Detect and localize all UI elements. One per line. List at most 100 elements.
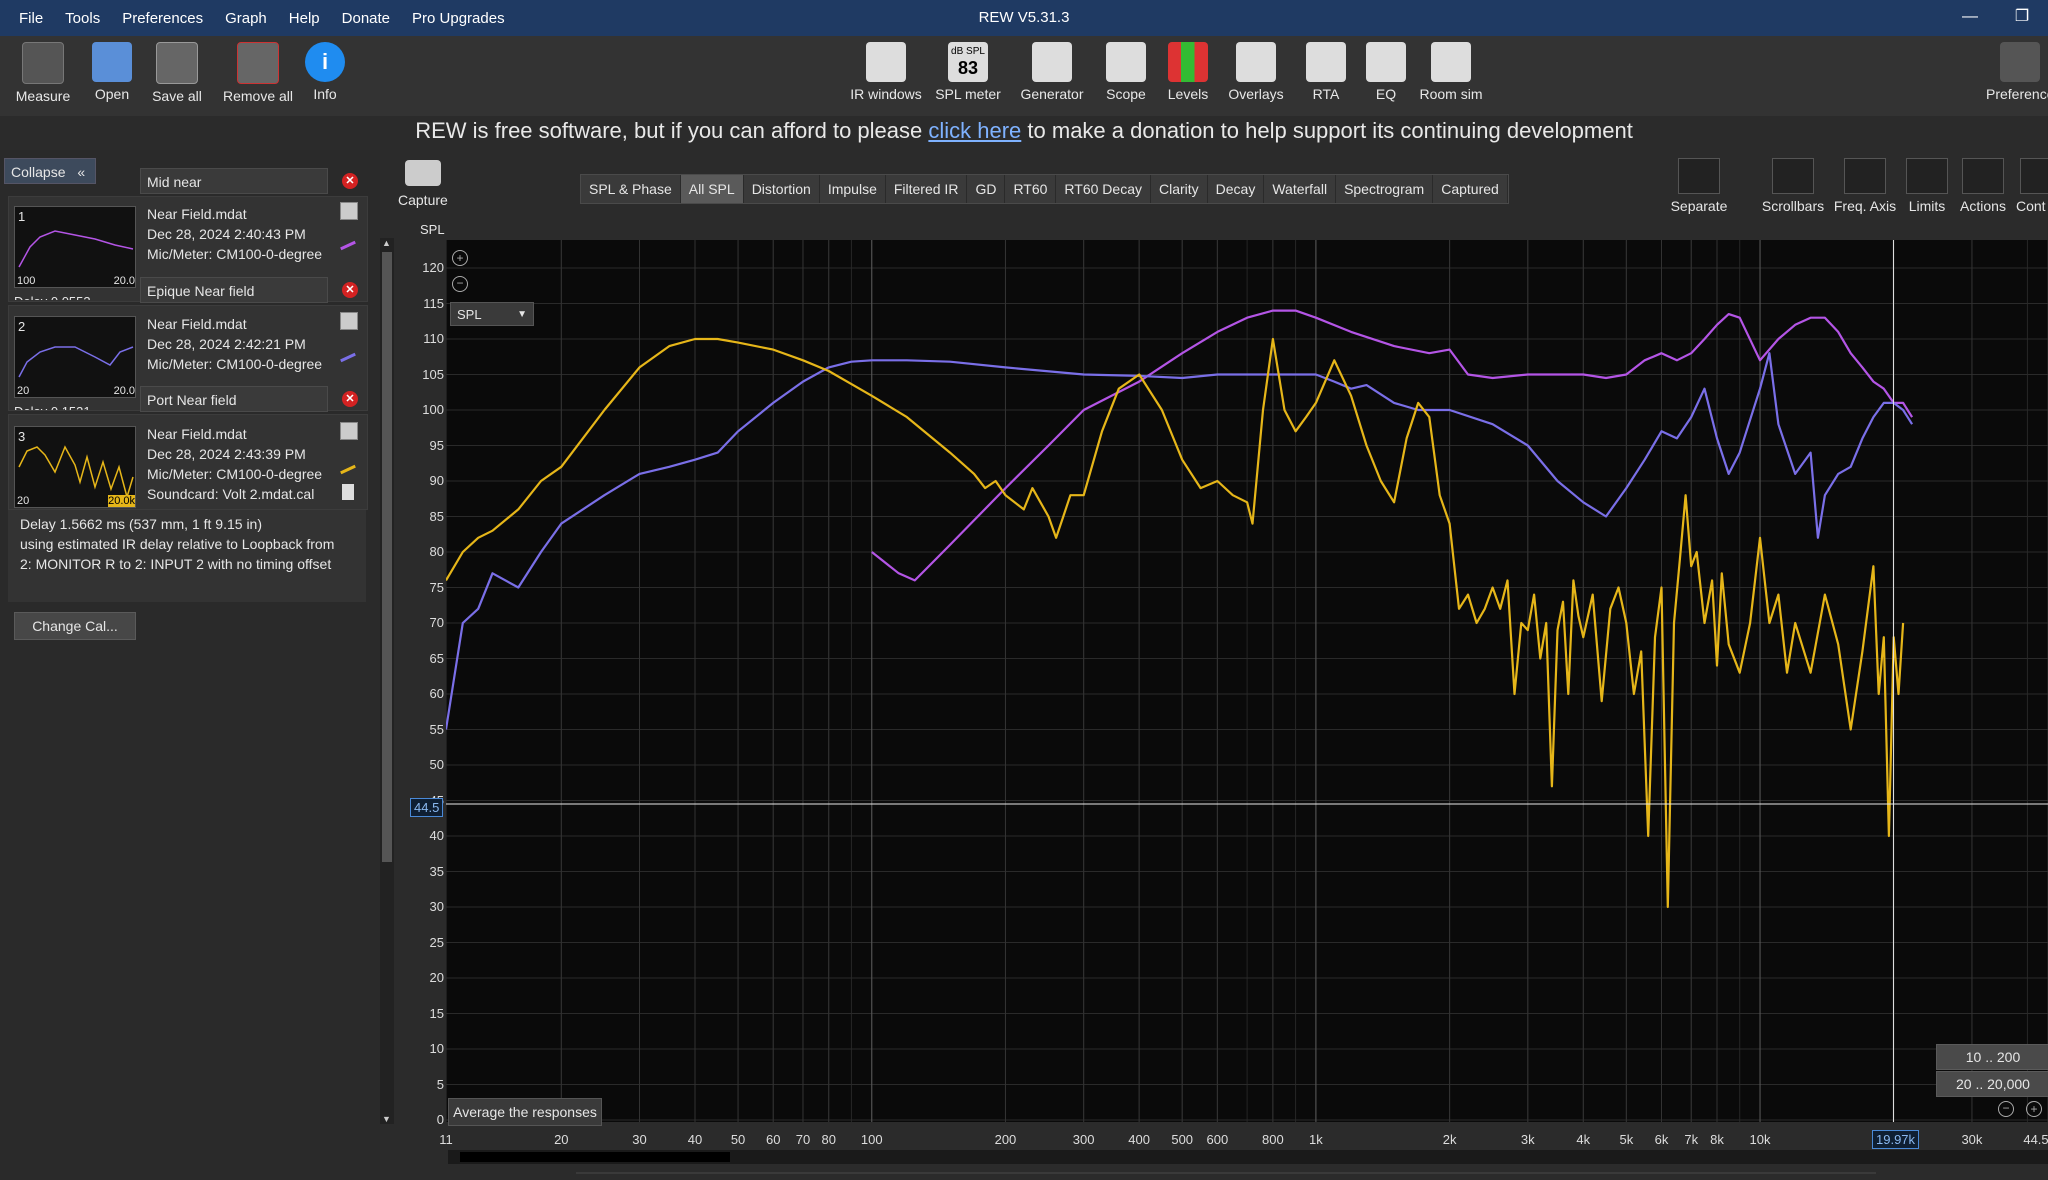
menu-tools[interactable]: Tools bbox=[54, 10, 111, 27]
remove-measurement-icon[interactable]: ✕ bbox=[342, 282, 358, 298]
thumb-left-label: 20 bbox=[17, 385, 30, 397]
scrollbars-button[interactable]: Scrollbars bbox=[1758, 158, 1828, 214]
measurement-thumbnail[interactable]: 1 100 20.0 bbox=[14, 206, 136, 288]
graph-scrollbar[interactable] bbox=[448, 1150, 2048, 1164]
x-tick-label: 30 bbox=[632, 1132, 647, 1147]
y-tick-label: 55 bbox=[429, 721, 444, 737]
scroll-up-icon[interactable]: ▲ bbox=[382, 238, 391, 248]
freq-axis-button[interactable]: Freq. Axis bbox=[1832, 158, 1898, 214]
y-tick-label: 30 bbox=[429, 899, 444, 914]
thumb-left-label: 100 bbox=[17, 275, 36, 287]
measurement-thumbnail[interactable]: 2 20 20.0 bbox=[14, 316, 136, 398]
change-cal-button[interactable]: Change Cal... bbox=[14, 612, 136, 640]
room-sim-button[interactable]: Room sim bbox=[1416, 42, 1486, 102]
scrollbar-thumb[interactable] bbox=[382, 252, 392, 862]
range-20-20000-button[interactable]: 20 .. 20,000 bbox=[1936, 1071, 2048, 1097]
scrollbar-thumb[interactable] bbox=[460, 1152, 730, 1162]
menu-preferences[interactable]: Preferences bbox=[111, 10, 214, 27]
document-icon[interactable] bbox=[342, 484, 354, 500]
generator-button[interactable]: Generator bbox=[1016, 42, 1088, 102]
measurement-thumbnail[interactable]: 3 20 20.0k bbox=[14, 426, 136, 508]
donation-link[interactable]: click here bbox=[928, 118, 1021, 143]
measure-button[interactable]: Measure bbox=[12, 42, 74, 104]
separate-button[interactable]: Separate bbox=[1668, 158, 1730, 214]
edit-icon[interactable] bbox=[340, 312, 358, 330]
range-10-200-button[interactable]: 10 .. 200 bbox=[1936, 1044, 2048, 1070]
tab-captured[interactable]: Captured bbox=[1433, 175, 1508, 203]
tab-impulse[interactable]: Impulse bbox=[820, 175, 886, 203]
tab-rt60-decay[interactable]: RT60 Decay bbox=[1056, 175, 1151, 203]
tab-spl-phase[interactable]: SPL & Phase bbox=[581, 175, 681, 203]
rta-button[interactable]: RTA bbox=[1300, 42, 1352, 102]
spl-dropdown[interactable]: SPL ▼ bbox=[450, 302, 534, 326]
x-tick-label: 100 bbox=[860, 1132, 883, 1147]
measurement-name[interactable]: Epique Near field bbox=[140, 277, 328, 303]
average-responses-button[interactable]: Average the responses bbox=[448, 1098, 602, 1126]
spl-chart[interactable] bbox=[444, 240, 2048, 1122]
measurement-name[interactable]: Mid near bbox=[140, 168, 328, 194]
panel-scrollbar[interactable]: ▲ ▼ bbox=[380, 238, 394, 1124]
tab-filtered-ir[interactable]: Filtered IR bbox=[886, 175, 968, 203]
menu-help[interactable]: Help bbox=[278, 10, 331, 27]
menu-donate[interactable]: Donate bbox=[331, 10, 401, 27]
eq-label: EQ bbox=[1375, 86, 1397, 102]
tab-rt60[interactable]: RT60 bbox=[1005, 175, 1057, 203]
tab-gd[interactable]: GD bbox=[967, 175, 1006, 203]
remove-measurement-icon[interactable]: ✕ bbox=[342, 391, 358, 407]
remove-all-button[interactable]: Remove all bbox=[220, 42, 296, 104]
save-all-button[interactable]: Save all bbox=[146, 42, 208, 104]
overlays-label: Overlays bbox=[1228, 86, 1284, 102]
zoom-out-icon[interactable]: − bbox=[452, 276, 468, 292]
cursor-y-readout: 44.5 bbox=[410, 798, 444, 817]
open-button[interactable]: Open bbox=[84, 42, 140, 102]
eq-button[interactable]: EQ bbox=[1362, 42, 1410, 102]
overlays-button[interactable]: Overlays bbox=[1222, 42, 1290, 102]
donation-text-before: REW is free software, but if you can aff… bbox=[415, 118, 929, 143]
remove-all-label: Remove all bbox=[222, 88, 294, 104]
graph-area[interactable] bbox=[444, 240, 2048, 1122]
capture-button[interactable]: Capture bbox=[398, 160, 448, 208]
y-tick-label: 95 bbox=[429, 437, 444, 453]
preferences-button[interactable]: Preferences bbox=[1986, 42, 2048, 102]
zoom-in-icon[interactable]: + bbox=[452, 250, 468, 266]
tab-all-spl[interactable]: All SPL bbox=[680, 175, 744, 203]
collapse-label: Collapse bbox=[11, 164, 66, 180]
tab-waterfall[interactable]: Waterfall bbox=[1264, 175, 1337, 203]
collapse-button[interactable]: Collapse « bbox=[4, 158, 96, 184]
status-divider bbox=[576, 1172, 1876, 1174]
minimize-icon[interactable]: — bbox=[1944, 0, 1996, 36]
measurement-name[interactable]: Port Near field bbox=[140, 386, 328, 412]
info-button[interactable]: i Info bbox=[300, 42, 350, 102]
levels-button[interactable]: Levels bbox=[1162, 42, 1214, 102]
scope-button[interactable]: Scope bbox=[1098, 42, 1154, 102]
menu-file[interactable]: File bbox=[8, 10, 54, 27]
x-zoom-out-icon[interactable]: − bbox=[1998, 1101, 2014, 1117]
scroll-down-icon[interactable]: ▼ bbox=[382, 1114, 391, 1124]
limits-button[interactable]: Limits bbox=[1904, 158, 1950, 214]
tab-distortion[interactable]: Distortion bbox=[744, 175, 820, 203]
edit-icon[interactable] bbox=[340, 202, 358, 220]
x-tick-label: 60 bbox=[765, 1132, 781, 1147]
edit-icon[interactable] bbox=[340, 422, 358, 440]
spl-meter-button[interactable]: dB SPL 83 SPL meter bbox=[932, 42, 1004, 102]
x-tick-label: 600 bbox=[1206, 1132, 1229, 1147]
remove-measurement-icon[interactable]: ✕ bbox=[342, 173, 358, 189]
x-tick-label: 300 bbox=[1072, 1132, 1095, 1147]
double-chevron-left-icon: « bbox=[77, 164, 86, 180]
controls-button[interactable]: Cont bbox=[2016, 158, 2048, 214]
thumb-right-label: 20.0 bbox=[113, 385, 135, 397]
tab-spectrogram[interactable]: Spectrogram bbox=[1336, 175, 1434, 203]
restore-icon[interactable]: ❐ bbox=[1996, 0, 2048, 36]
title-bar: File Tools Preferences Graph Help Donate… bbox=[0, 0, 2048, 36]
x-tick-label: 2k bbox=[1442, 1132, 1457, 1147]
x-zoom-in-icon[interactable]: + bbox=[2026, 1101, 2042, 1117]
tab-decay[interactable]: Decay bbox=[1208, 175, 1265, 203]
menu-graph[interactable]: Graph bbox=[214, 10, 278, 27]
actions-button[interactable]: Actions bbox=[1956, 158, 2010, 214]
ir-windows-button[interactable]: IR windows bbox=[846, 42, 926, 102]
y-tick-label: 70 bbox=[429, 615, 444, 630]
menu-pro-upgrades[interactable]: Pro Upgrades bbox=[401, 10, 516, 27]
limits-label: Limits bbox=[1908, 198, 1946, 214]
tab-clarity[interactable]: Clarity bbox=[1151, 175, 1208, 203]
x-tick-label: 3k bbox=[1520, 1132, 1535, 1147]
